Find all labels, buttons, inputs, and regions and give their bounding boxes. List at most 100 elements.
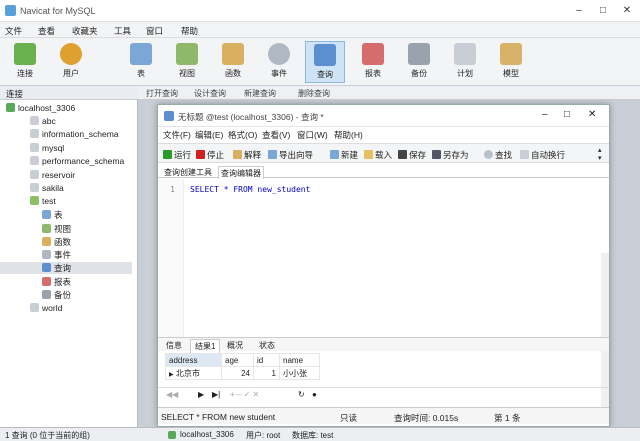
column-header-name[interactable]: name (279, 353, 320, 367)
toolbar-backup-button[interactable]: 备份 (399, 41, 439, 83)
status-user: 用户: root (246, 431, 281, 440)
tree-item-queries[interactable]: 查询 (0, 262, 132, 274)
query-menu-format[interactable]: 格式(O) (228, 129, 257, 141)
new-query-button[interactable]: 新建查询 (244, 88, 276, 99)
tab-info[interactable]: 信息 (162, 339, 186, 352)
find-button[interactable]: 查找 (484, 149, 512, 161)
save-button[interactable]: 保存 (398, 149, 426, 161)
toolbar-function-button[interactable]: 函数 (213, 41, 253, 83)
app-title: Navicat for MySQL (20, 6, 96, 16)
tree-item-tables[interactable]: 表 (42, 209, 63, 221)
cell-id[interactable]: 1 (253, 366, 280, 380)
add-record-icon[interactable]: + – ✓ ✕ (230, 390, 259, 399)
play-icon (163, 150, 172, 159)
query-icon (42, 263, 51, 272)
tree-item-performance-schema[interactable]: performance_schema (30, 156, 124, 166)
query-close-icon[interactable]: ✕ (588, 109, 596, 120)
app-statusbar: 1 查询 (0 位于当前的组) localhost_3306 用户: root … (0, 427, 640, 441)
server-icon (6, 103, 15, 112)
backup-icon (42, 290, 51, 299)
query-minimize-icon[interactable]: – (542, 109, 548, 120)
toolbar-view-button[interactable]: 视图 (167, 41, 207, 83)
delete-query-button[interactable]: 删除查询 (298, 88, 330, 99)
toolbar-table-button[interactable]: 表 (121, 41, 161, 83)
sql-editor[interactable]: 1 SELECT * FROM new_student (158, 179, 609, 411)
tree-item-localhost[interactable]: localhost_3306 (6, 103, 75, 113)
tab-query-builder[interactable]: 查询创建工具 (162, 166, 214, 179)
toolbar-query-button[interactable]: 查询 (305, 41, 345, 83)
open-query-button[interactable]: 打开查询 (146, 88, 178, 99)
tree-item-sakila[interactable]: sakila (30, 183, 64, 193)
toolbar-event-button[interactable]: 事件 (259, 41, 299, 83)
toolbar-overflow-icon[interactable]: ▴ ▾ (598, 146, 602, 162)
column-header-age[interactable]: age (221, 353, 254, 367)
first-record-icon[interactable]: ◀◀ (166, 390, 178, 399)
tree-item-views[interactable]: 视图 (42, 223, 71, 235)
column-header-address[interactable]: address (165, 353, 222, 367)
database-icon (30, 116, 39, 125)
tree-item-abc[interactable]: abc (30, 116, 56, 126)
design-query-button[interactable]: 设计查询 (194, 88, 226, 99)
close-icon[interactable]: ✕ (620, 4, 634, 18)
query-window-icon (164, 111, 174, 121)
tree-item-information-schema[interactable]: information_schema (30, 129, 119, 139)
table-row: ▶ 北京市 24 1 小小张 (165, 366, 320, 380)
menu-tools[interactable]: 工具 (114, 25, 131, 37)
stop-button[interactable]: 停止 (196, 149, 224, 161)
menu-view[interactable]: 查看 (38, 25, 55, 37)
export-wizard-button[interactable]: 导出向导 (268, 149, 313, 161)
query-window-titlebar: 无标题 @test (localhost_3306) - 查询 * – □ ✕ (158, 105, 609, 127)
toolbar-report-button[interactable]: 报表 (353, 41, 393, 83)
toolbar-connection-button[interactable]: 连接 (5, 41, 45, 83)
column-header-id[interactable]: id (253, 353, 280, 367)
menu-file[interactable]: 文件 (5, 25, 22, 37)
cell-address[interactable]: ▶ 北京市 (165, 366, 222, 380)
tree-item-backups[interactable]: 备份 (42, 289, 71, 301)
tab-result1[interactable]: 结果1 (190, 339, 221, 353)
maximize-icon[interactable]: □ (596, 4, 610, 18)
user-icon (60, 43, 82, 65)
menu-help[interactable]: 帮助 (181, 25, 198, 37)
new-icon (330, 150, 339, 159)
tab-query-editor[interactable]: 查询编辑器 (218, 166, 264, 180)
cell-name[interactable]: 小小张 (279, 366, 320, 380)
query-menu-file[interactable]: 文件(F) (163, 129, 191, 141)
event-icon (42, 250, 51, 259)
word-wrap-button[interactable]: 自动换行 (520, 149, 565, 161)
line-number: 1 (170, 185, 175, 194)
query-menu-edit[interactable]: 编辑(E) (195, 129, 223, 141)
toolbar-schedule-button[interactable]: 计划 (445, 41, 485, 83)
database-icon (30, 170, 39, 179)
menu-window[interactable]: 窗口 (146, 25, 163, 37)
tree-item-world[interactable]: world (30, 303, 62, 313)
last-record-icon[interactable]: ▶| (212, 390, 220, 399)
query-menu-help[interactable]: 帮助(H) (334, 129, 363, 141)
tree-item-reports[interactable]: 报表 (42, 276, 71, 288)
tree-item-events[interactable]: 事件 (42, 249, 71, 261)
minimize-icon[interactable]: – (572, 4, 586, 18)
tab-profile[interactable]: 概况 (223, 339, 247, 352)
cell-age[interactable]: 24 (221, 366, 254, 380)
query-menu-window[interactable]: 窗口(W) (297, 129, 328, 141)
next-record-icon[interactable]: ▶ (198, 390, 204, 399)
tree-item-reservoir[interactable]: reservoir (30, 170, 75, 180)
toolbar-model-button[interactable]: 模型 (491, 41, 531, 83)
tree-item-test[interactable]: test (30, 196, 56, 206)
menu-favorites[interactable]: 收藏夹 (72, 25, 98, 37)
tab-status[interactable]: 状态 (255, 339, 279, 352)
toolbar-user-button[interactable]: 用户 (51, 41, 91, 83)
tree-item-functions[interactable]: 函数 (42, 236, 71, 248)
refresh-icon[interactable]: ↻ (298, 390, 305, 399)
load-button[interactable]: 载入 (364, 149, 392, 161)
function-icon (222, 43, 244, 65)
tree-item-mysql[interactable]: mysql (30, 143, 64, 153)
report-icon (42, 277, 51, 286)
explain-button[interactable]: 解释 (233, 149, 261, 161)
sql-text[interactable]: SELECT * FROM new_student (190, 185, 310, 194)
new-button[interactable]: 新建 (330, 149, 358, 161)
run-button[interactable]: 运行 (163, 149, 191, 161)
query-maximize-icon[interactable]: □ (564, 109, 570, 120)
query-menu-view[interactable]: 查看(V) (262, 129, 290, 141)
save-as-button[interactable]: 另存为 (432, 149, 469, 161)
stop-refresh-icon[interactable]: ● (312, 390, 317, 399)
